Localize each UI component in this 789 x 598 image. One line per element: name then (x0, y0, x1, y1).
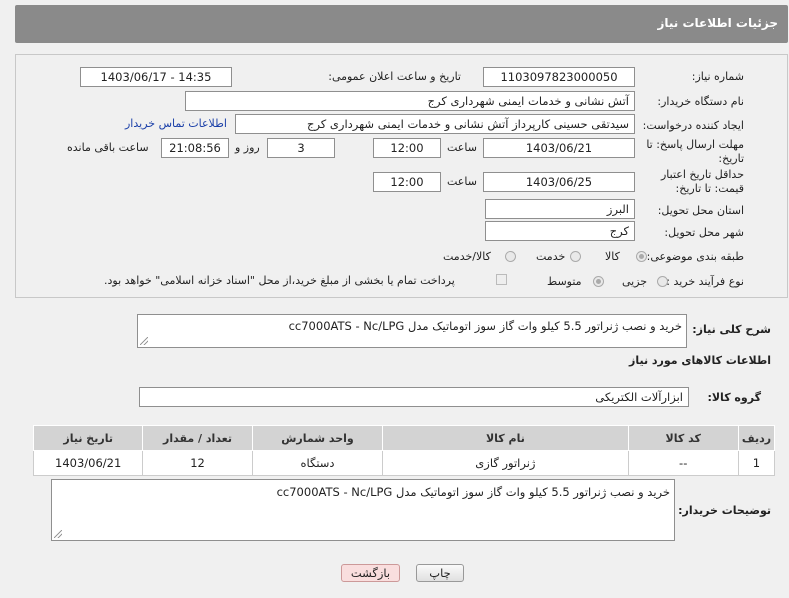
goods-section-title: اطلاعات کالاهای مورد نیاز (629, 354, 771, 367)
cell-name: ژنراتور گازی (382, 450, 629, 476)
goods-group-label: گروه کالا: (707, 391, 761, 404)
col-quantity: تعداد / مقدار (142, 425, 253, 451)
validity-time-field: 12:00 (373, 172, 441, 192)
category-option-both: کالا/خدمت (443, 250, 491, 263)
summary-textarea: خرید و نصب ژنراتور 5.5 کیلو وات گاز سوز … (137, 314, 687, 348)
category-radio-both[interactable] (505, 251, 516, 262)
buyer-notes-textarea: خرید و نصب ژنراتور 5.5 کیلو وات گاز سوز … (51, 479, 675, 541)
treasury-payment-checkbox[interactable] (496, 274, 507, 285)
city-field: کرج (485, 221, 635, 241)
col-unit: واحد شمارش (251, 425, 384, 451)
print-button[interactable]: چاپ (416, 564, 464, 582)
process-radio-medium[interactable] (593, 276, 604, 287)
remaining-time-field: 21:08:56 (161, 138, 229, 158)
payment-note: پرداخت تمام یا بخشی از مبلغ خرید،از محل … (104, 274, 455, 287)
category-radio-goods[interactable] (636, 251, 647, 262)
table-header-row: ردیف کد کالا نام کالا واحد شمارش تعداد /… (32, 425, 776, 451)
buyer-org-label: نام دستگاه خریدار: (657, 95, 744, 108)
cell-date: 1403/06/21 (32, 450, 144, 476)
col-code: کد کالا (627, 425, 739, 451)
announce-label: تاریخ و ساعت اعلان عمومی: (328, 70, 461, 83)
category-label: طبقه بندی موضوعی: (646, 250, 744, 263)
validity-time-label: ساعت (447, 175, 477, 188)
requester-label: ایجاد کننده درخواست: (642, 119, 744, 132)
province-label: استان محل تحویل: (657, 204, 744, 217)
summary-label: شرح کلی نیاز: (692, 323, 771, 336)
deadline-time-field: 12:00 (373, 138, 441, 158)
days-remaining-field: 3 (267, 138, 335, 158)
contact-buyer-link[interactable]: اطلاعات تماس خریدار (125, 117, 227, 130)
cell-code: -- (627, 450, 739, 476)
process-label: نوع فرآیند خرید : (666, 275, 744, 288)
deadline-label: مهلت ارسال پاسخ: تا تاریخ: (646, 138, 744, 165)
requester-field: سیدتقی حسینی کارپرداز آتش نشانی و خدمات … (235, 114, 635, 134)
col-row-number: ردیف (737, 425, 776, 451)
buyer-notes-text: خرید و نصب ژنراتور 5.5 کیلو وات گاز سوز … (276, 485, 670, 499)
page-header: جزئیات اطلاعات نیاز (15, 5, 788, 43)
goods-table: ردیف کد کالا نام کالا واحد شمارش تعداد /… (32, 425, 776, 476)
deadline-date-field: 1403/06/21 (483, 138, 635, 158)
goods-group-field: ابزارآلات الکتریکی (139, 387, 689, 407)
process-radio-minor[interactable] (657, 276, 668, 287)
validity-date-field: 1403/06/25 (483, 172, 635, 192)
category-option-service: خدمت (536, 250, 566, 263)
cell-quantity: 12 (142, 450, 253, 476)
summary-resize-handle[interactable] (140, 337, 148, 345)
days-label: روز و (235, 141, 260, 154)
cell-row-number: 1 (737, 450, 776, 476)
page-title: جزئیات اطلاعات نیاز (657, 16, 778, 30)
province-field: البرز (485, 199, 635, 219)
col-date: تاریخ نیاز (32, 425, 144, 451)
need-number-label: شماره نیاز: (691, 70, 744, 83)
remaining-label: ساعت باقی مانده (67, 141, 149, 154)
buyer-notes-resize-handle[interactable] (54, 530, 62, 538)
announce-datetime-field: 1403/06/17 - 14:35 (80, 67, 232, 87)
buyer-org-field: آتش نشانی و خدمات ایمنی شهرداری کرج (185, 91, 635, 111)
city-label: شهر محل تحویل: (664, 226, 744, 239)
category-option-goods: کالا (605, 250, 620, 263)
cell-unit: دستگاه (251, 450, 384, 476)
validity-label: حداقل تاریخ اعتبار قیمت: تا تاریخ: (660, 168, 744, 195)
summary-text: خرید و نصب ژنراتور 5.5 کیلو وات گاز سوز … (288, 319, 682, 333)
need-number-field: 1103097823000050 (483, 67, 635, 87)
category-radio-service[interactable] (570, 251, 581, 262)
deadline-time-label: ساعت (447, 141, 477, 154)
buyer-notes-label: توضیحات خریدار: (678, 504, 771, 517)
back-button[interactable]: بازگشت (341, 564, 400, 582)
col-name: نام کالا (382, 425, 629, 451)
process-option-medium: متوسط (547, 275, 582, 288)
table-row[interactable]: 1 -- ژنراتور گازی دستگاه 12 1403/06/21 (32, 450, 776, 476)
process-option-minor: جزیی (622, 275, 648, 288)
